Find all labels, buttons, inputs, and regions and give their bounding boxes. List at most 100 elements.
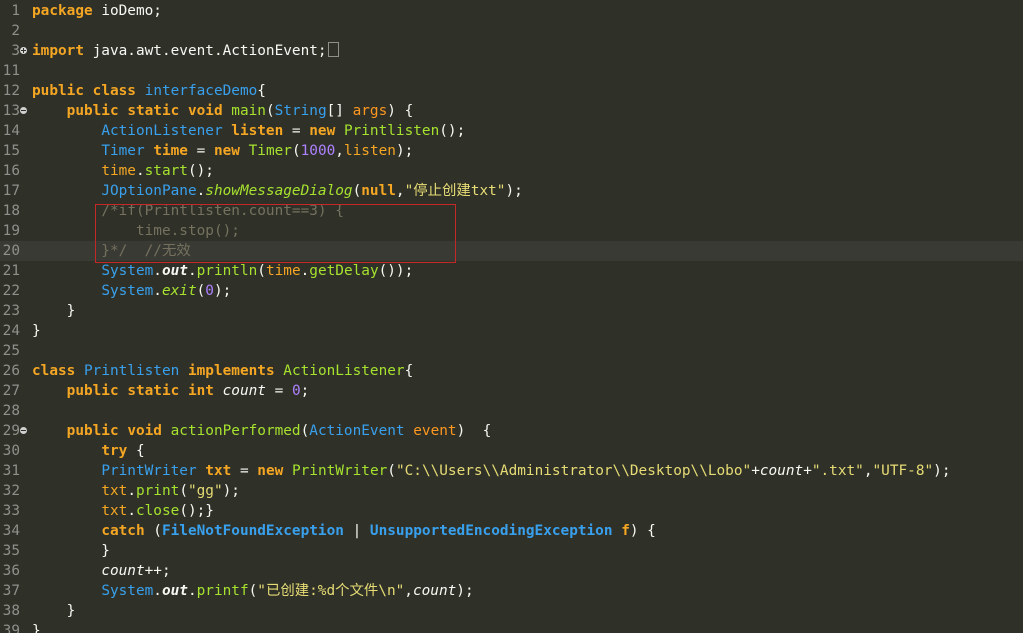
code-token: "已创建:%d个文件\n" — [257, 583, 405, 599]
line-number: 16 — [2, 163, 20, 179]
code-line[interactable]: 13 public static void main(String[] args… — [0, 101, 1023, 121]
code-editor[interactable]: 1 package ioDemo; 2 3 import java.awt.event.… — [0, 0, 1023, 633]
code-text: txt.close();} — [32, 501, 214, 521]
code-line[interactable]: 29 public void actionPerformed(ActionEve… — [0, 421, 1023, 441]
code-line[interactable]: 15 Timer time = new Timer(1000,listen); — [0, 141, 1023, 161]
code-token: void — [187, 103, 223, 119]
code-line[interactable]: 17 JOptionPane.showMessageDialog(null,"停… — [0, 181, 1023, 201]
code-token: ; — [300, 383, 310, 399]
code-text: time.stop(); — [32, 221, 240, 241]
code-token: "gg" — [187, 483, 223, 499]
line-number: 15 — [2, 143, 20, 159]
code-token: time — [101, 163, 136, 179]
code-token: ); — [213, 283, 232, 299]
code-text: Timer time = new Timer(1000,listen); — [32, 141, 413, 161]
code-line[interactable]: 11 — [0, 61, 1023, 81]
code-line[interactable]: 12 public class interfaceDemo{ — [0, 81, 1023, 101]
code-line[interactable]: 34 catch (FileNotFoundException | Unsupp… — [0, 521, 1023, 541]
code-token: | — [343, 523, 370, 539]
code-token: (); — [187, 163, 214, 179]
code-text: count++; — [32, 561, 171, 581]
code-line[interactable]: 28 — [0, 401, 1023, 421]
code-line[interactable]: 30 try { — [0, 441, 1023, 461]
code-line[interactable]: 1 package ioDemo; — [0, 1, 1023, 21]
line-number: 30 — [2, 443, 20, 459]
code-token: listen — [343, 143, 396, 159]
code-line[interactable]: 14 ActionListener listen = new Printlist… — [0, 121, 1023, 141]
code-text: System.out.printf("已创建:%d个文件\n",count); — [32, 581, 474, 601]
fold-expand-icon[interactable] — [20, 47, 27, 54]
code-token: Printlisten — [84, 363, 180, 379]
code-token: } — [32, 543, 110, 559]
code-line[interactable]: 2 — [0, 21, 1023, 41]
code-token: ); — [395, 143, 414, 159]
code-token: start — [144, 163, 188, 179]
code-text: } — [32, 541, 110, 561]
code-token: "C:\\Users\\Administrator\\Desktop\\Lobo… — [395, 463, 752, 479]
code-token: interfaceDemo — [144, 83, 258, 99]
code-token: count — [412, 583, 457, 599]
code-line[interactable]: 3 import java.awt.event.ActionEvent; — [0, 41, 1023, 61]
code-line[interactable]: 38 } — [0, 601, 1023, 621]
code-token: = — [283, 123, 310, 139]
code-token: close — [135, 503, 180, 519]
code-token: ++; — [144, 563, 171, 579]
code-token: ( — [387, 463, 396, 479]
code-line[interactable]: 18 /*if(Printlisten.count==3) { — [0, 201, 1023, 221]
code-line[interactable]: 27 public static int count = 0; — [0, 381, 1023, 401]
code-line[interactable]: 24} — [0, 321, 1023, 341]
code-text: PrintWriter txt = new PrintWriter("C:\\U… — [32, 461, 950, 481]
code-token: class — [92, 83, 136, 99]
line-number: 27 — [2, 383, 20, 399]
code-token: main — [231, 103, 266, 119]
code-token: ); — [456, 583, 474, 599]
code-line[interactable]: 20 }*/ //无效 — [0, 241, 1023, 261]
code-line[interactable]: 36 count++; — [0, 561, 1023, 581]
code-token: + — [751, 463, 760, 479]
code-line[interactable]: 26 class Printlisten implements ActionLis… — [0, 361, 1023, 381]
code-line[interactable]: 35 } — [0, 541, 1023, 561]
code-token: ( — [248, 583, 258, 599]
code-line[interactable]: 19 time.stop(); — [0, 221, 1023, 241]
code-token: { — [404, 363, 414, 379]
code-line[interactable]: 25 — [0, 341, 1023, 361]
code-token: "停止创建txt" — [404, 183, 506, 199]
line-number: 28 — [2, 403, 20, 419]
code-token: ); — [222, 483, 240, 499]
code-line[interactable]: 22 System.exit(0); — [0, 281, 1023, 301]
fold-collapse-icon[interactable] — [20, 107, 27, 114]
code-token: println — [196, 263, 258, 279]
code-token: ( — [300, 423, 310, 439]
code-token: getDelay — [309, 263, 379, 279]
code-line[interactable]: 39} — [0, 621, 1023, 633]
code-line[interactable]: 23 } — [0, 301, 1023, 321]
code-token: count — [222, 383, 266, 399]
code-token: . — [300, 263, 310, 279]
code-line[interactable]: 16 time.start(); — [0, 161, 1023, 181]
line-number: 13 — [2, 103, 20, 119]
code-line[interactable]: 31 PrintWriter txt = new PrintWriter("C:… — [0, 461, 1023, 481]
code-token: PrintWriter — [101, 463, 197, 479]
code-token: static — [127, 103, 180, 119]
collapsed-imports-icon[interactable] — [327, 42, 339, 57]
line-number: 26 — [2, 363, 20, 379]
code-token: public — [66, 383, 119, 399]
code-line[interactable]: 32 txt.print("gg"); — [0, 481, 1023, 501]
code-line[interactable]: 37 System.out.printf("已创建:%d个文件\n",count… — [0, 581, 1023, 601]
code-line[interactable]: 21 System.out.println(time.getDelay()); — [0, 261, 1023, 281]
code-token: ActionEvent — [309, 423, 405, 439]
line-number: 34 — [2, 523, 20, 539]
fold-collapse-icon[interactable] — [20, 427, 27, 434]
code-line[interactable]: 33 txt.close();} — [0, 501, 1023, 521]
code-token: System — [101, 263, 154, 279]
code-text: class Printlisten implements ActionListe… — [32, 361, 413, 381]
